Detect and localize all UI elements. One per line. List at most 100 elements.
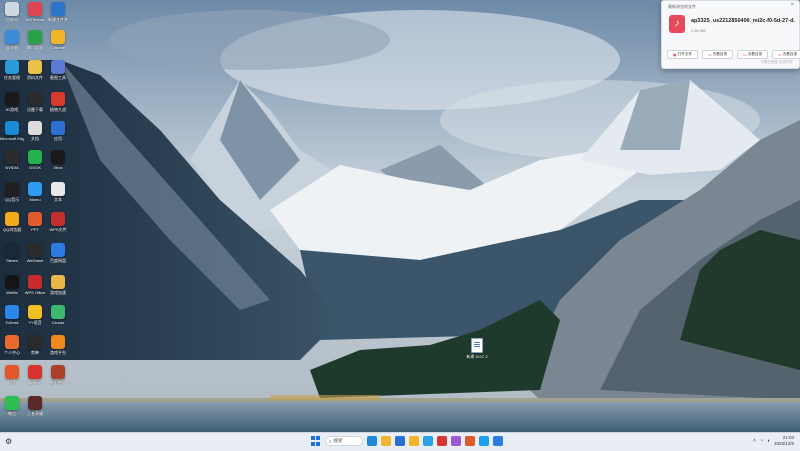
taskbar-app-mail-icon[interactable]: [493, 436, 503, 446]
desktop-icon-label: 抖音: [8, 380, 16, 385]
folder-icon: ▭: [707, 52, 712, 57]
app-icon: [51, 275, 65, 289]
desktop-icon[interactable]: 此电脑: [1, 30, 23, 50]
notification-file-name[interactable]: ap3325_us2212850406_mi2c-f0-5d-27-d...: [691, 18, 795, 24]
taskbar-app-camera-icon[interactable]: [465, 436, 475, 446]
app-icon: [51, 150, 65, 164]
close-icon[interactable]: ×: [790, 2, 794, 8]
app-icon: [28, 150, 42, 164]
search-box[interactable]: ⌕ 搜索: [325, 436, 363, 446]
desktop-icon[interactable]: Mumu: [24, 182, 46, 202]
open-folder-button-1[interactable]: ▭ 去看目录: [702, 50, 733, 59]
desktop-icon[interactable]: WPS文件: [47, 212, 69, 232]
open-folder-button-2[interactable]: ▭ 去看目录: [737, 50, 768, 59]
app-icon: [51, 212, 65, 226]
desktop-icon[interactable]: 应用: [47, 121, 69, 141]
taskbar-app-pen-icon[interactable]: [451, 436, 461, 446]
taskbar-app-edge-icon[interactable]: [367, 436, 377, 446]
app-icon: [28, 2, 42, 16]
desktop-icon[interactable]: WeMe: [1, 275, 23, 295]
desktop-icon[interactable]: 游戏平台: [47, 335, 69, 355]
desktop-icon[interactable]: YY语音: [24, 305, 46, 325]
app-icon: [51, 365, 65, 379]
desktop-icon[interactable]: 资料文件: [24, 60, 46, 80]
desktop-icon[interactable]: Microsoft Edge: [0, 121, 24, 141]
app-icon: [51, 60, 65, 74]
clock[interactable]: 21:03 2023/12/5: [774, 435, 794, 447]
desktop-icon[interactable]: PPT: [24, 212, 46, 232]
desktop-icon-label: 应用: [54, 136, 62, 141]
desktop-icon-label: WeMe: [6, 290, 18, 295]
desktop-icon[interactable]: 迅雷下载: [24, 92, 46, 112]
desktop-icon[interactable]: MSTeams: [24, 2, 46, 22]
open-folder-button-3[interactable]: ▭ 去看目录: [772, 50, 800, 59]
desktop-icon[interactable]: QQ浏览器: [1, 212, 23, 232]
desktop-icon[interactable]: GOOK: [24, 150, 46, 170]
app-icon: [51, 335, 65, 349]
start-button[interactable]: [311, 436, 321, 446]
desktop-icon[interactable]: Xbox: [47, 150, 69, 170]
desktop-icon-label: 王者荣耀: [27, 411, 43, 416]
desktop-icon[interactable]: QQ音乐: [1, 182, 23, 202]
download-notification[interactable]: 最新浏览的文件 × ♪ ap3325_us2212850406_mi2c-f0-…: [661, 0, 800, 69]
app-icon: [5, 243, 19, 257]
desktop-icon[interactable]: 百度网盘: [47, 243, 69, 263]
desktop-icon[interactable]: WPS Office: [24, 275, 46, 295]
app-icon: [28, 60, 42, 74]
desktop-icon[interactable]: 炉石传说: [47, 365, 69, 385]
desktop-icon-label: Steam: [6, 258, 18, 263]
open-file-button[interactable]: ▣ 打开文件: [667, 50, 698, 59]
desktop-icon[interactable]: 游戏加速: [47, 275, 69, 295]
desktop-icon[interactable]: NVIDIA: [1, 150, 23, 170]
notification-footer: 下载已完成 点击打开: [760, 60, 793, 64]
desktop-icon[interactable]: 截图工具: [47, 60, 69, 80]
desktop-icon[interactable]: 王者荣耀: [24, 396, 46, 416]
desktop-icon[interactable]: ToDesk: [1, 305, 23, 325]
desktop-icon[interactable]: 个人中心: [1, 335, 23, 355]
app-icon: [28, 243, 42, 257]
desktop-icon[interactable]: 抖音: [1, 365, 23, 385]
desktop-icon[interactable]: 剪映: [24, 335, 46, 355]
desktop-icon[interactable]: 微信: [1, 396, 23, 416]
desktop-icon[interactable]: Clouds: [47, 305, 69, 325]
desktop-icon[interactable]: 文本: [47, 182, 69, 202]
desktop-icon-label: Mumu: [29, 197, 41, 202]
desktop-file-doc[interactable]: 新建 DOC 2: [466, 338, 488, 359]
desktop-icon-label: 微信: [8, 411, 16, 416]
taskbar-app-store-icon[interactable]: [395, 436, 405, 446]
app-icon: [28, 92, 42, 106]
app-icon: [28, 365, 42, 379]
volume-icon[interactable]: ◖: [767, 438, 770, 444]
desktop-icon[interactable]: WeGame: [24, 243, 46, 263]
desktop-icon[interactable]: IG游戏: [1, 92, 23, 112]
desktop-icon[interactable]: Chrome: [47, 30, 69, 50]
desktop-icon[interactable]: Steam: [1, 243, 23, 263]
desktop-icon[interactable]: 任务管理: [1, 60, 23, 80]
desktop-icon[interactable]: 植物大战: [47, 92, 69, 112]
network-icon[interactable]: ◔: [760, 438, 763, 444]
settings-icon[interactable]: ⚙: [5, 437, 12, 446]
app-icon: [5, 60, 19, 74]
desktop-icon-label: 网易云: [29, 380, 41, 385]
taskbar-app-chrome-icon[interactable]: [409, 436, 419, 446]
desktop-icon[interactable]: 回收站: [1, 2, 23, 22]
app-icon: [28, 212, 42, 226]
desktop-icon-label: 回收站: [6, 17, 18, 22]
desktop-icon-label: 剪映: [31, 350, 39, 355]
desktop-icon-label: 资料文件: [27, 75, 43, 80]
taskbar-app-wps-icon[interactable]: [437, 436, 447, 446]
taskbar-app-qq-icon[interactable]: [479, 436, 489, 446]
taskbar-app-browser-icon[interactable]: [423, 436, 433, 446]
desktop-icon[interactable]: 腾讯管家: [24, 30, 46, 50]
desktop-icon[interactable]: 文档: [24, 121, 46, 141]
app-icon: [5, 396, 19, 410]
app-icon: [5, 335, 19, 349]
app-icon: [5, 92, 19, 106]
app-icon: [5, 182, 19, 196]
desktop-icon[interactable]: 新建文件夹: [47, 2, 69, 22]
app-icon: [5, 365, 19, 379]
chevron-up-icon[interactable]: ˄: [753, 438, 756, 444]
desktop-icon[interactable]: 网易云: [24, 365, 46, 385]
taskbar-app-folder-icon[interactable]: [381, 436, 391, 446]
desktop-icon-label: 炉石传说: [50, 380, 66, 385]
